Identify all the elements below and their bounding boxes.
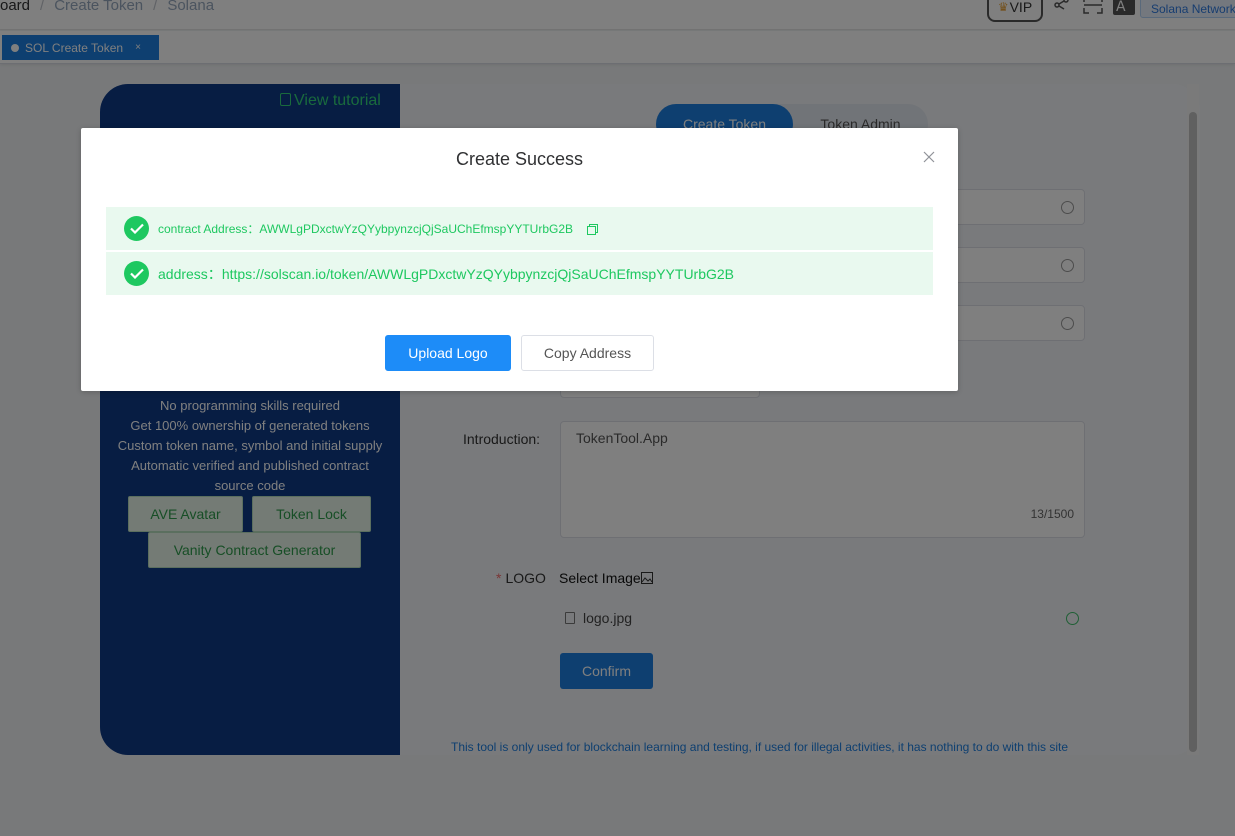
contract-address-text: contract Address：AWWLgPDxctwYzQYybpynzcj…: [158, 220, 599, 237]
contract-address-row: contract Address：AWWLgPDxctwYzQYybpynzcj…: [106, 207, 933, 250]
close-icon[interactable]: [922, 150, 936, 164]
contract-address-label: contract Address：: [158, 222, 260, 236]
success-check-icon: [124, 261, 149, 286]
success-check-icon: [124, 216, 149, 241]
copy-address-button[interactable]: Copy Address: [521, 335, 654, 371]
solscan-address-row: address：https://solscan.io/token/AWWLgPD…: [106, 252, 933, 295]
create-success-dialog: Create Success contract Address：AWWLgPDx…: [81, 128, 958, 391]
upload-logo-button[interactable]: Upload Logo: [385, 335, 511, 371]
solscan-address-text: address：https://solscan.io/token/AWWLgPD…: [158, 264, 734, 284]
modal-overlay[interactable]: [0, 0, 1235, 836]
dialog-title: Create Success: [455, 149, 584, 169]
contract-address-value[interactable]: AWWLgPDxctwYzQYybpynzcjQjSaUChEfmspYYTUr…: [259, 222, 573, 236]
solscan-link[interactable]: https://solscan.io/token/AWWLgPDxctwYzQY…: [222, 266, 734, 282]
address-label: address：: [158, 265, 222, 282]
copy-icon[interactable]: [587, 224, 599, 235]
